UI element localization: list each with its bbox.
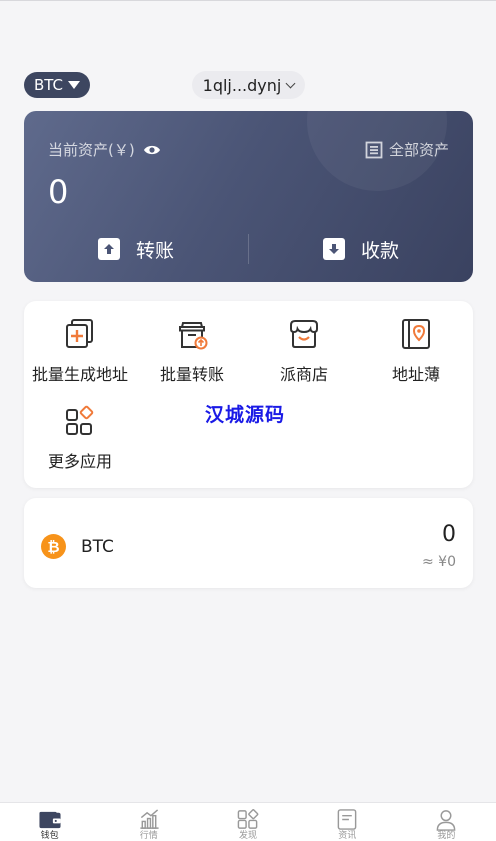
receive-button[interactable]: 收款 [249, 236, 473, 263]
tab-label: 发现 [239, 831, 258, 841]
address-label: 1qlj...dynj [202, 75, 282, 95]
tab-discover[interactable]: 发现 [198, 803, 297, 841]
tab-label: 我的 [437, 831, 456, 841]
download-arrow-icon [322, 238, 345, 260]
store-button[interactable]: 派商店 [248, 317, 360, 385]
transfer-label: 转账 [135, 239, 174, 262]
card-actions: 转账 收款 [24, 231, 473, 267]
chevron-down-icon [285, 78, 296, 88]
tab-wallet[interactable]: 钱包 [0, 803, 99, 841]
coin-amount: 0 [442, 522, 456, 547]
list-document-icon [365, 141, 383, 158]
profile-icon [437, 810, 456, 831]
store-icon [290, 320, 318, 348]
caret-down-icon [68, 81, 81, 89]
asset-value: 0 [48, 173, 69, 211]
quick-action-label: 更多应用 [47, 452, 112, 471]
transfer-button[interactable]: 转账 [24, 236, 248, 263]
tab-label: 钱包 [40, 831, 59, 841]
address-book-button[interactable]: 地址薄 [360, 317, 472, 385]
receive-label: 收款 [360, 239, 399, 262]
market-chart-icon [140, 809, 159, 829]
current-assets-label: 当前资产(￥) [48, 139, 161, 160]
batch-generate-address-button[interactable]: 批量生成地址 [24, 317, 136, 385]
more-apps-button[interactable]: 更多应用 [24, 404, 136, 472]
news-icon [337, 809, 357, 830]
tab-news[interactable]: 资讯 [298, 803, 397, 841]
coin-selector[interactable]: BTC [24, 72, 90, 98]
quick-action-label: 地址薄 [391, 365, 440, 384]
batch-transfer-button[interactable]: 批量转账 [136, 317, 248, 385]
wallet-icon [39, 811, 61, 829]
coin-name: BTC [81, 537, 114, 557]
tab-profile[interactable]: 我的 [397, 803, 496, 841]
more-apps-icon [66, 405, 94, 435]
batch-transfer-icon [179, 322, 208, 350]
quick-action-label: 批量转账 [159, 365, 224, 384]
address-selector[interactable]: 1qlj...dynj [192, 71, 305, 99]
quick-action-label: 批量生成地址 [31, 365, 128, 384]
all-assets-text: 全部资产 [388, 141, 449, 159]
all-assets-link[interactable]: 全部资产 [365, 139, 449, 160]
coin-list-item-btc[interactable]: ₿ BTC 0 ≈ ¥0 [24, 498, 473, 588]
wallet-page: BTC 1qlj...dynj 当前资产(￥) 全部资产 0 转账 收款 批量生… [0, 0, 496, 841]
quick-actions-panel: 批量生成地址 批量转账 派商店 地址薄 更多应用 汉城源码 [24, 301, 473, 488]
tab-market[interactable]: 行情 [99, 803, 198, 841]
watermark-text: 汉城源码 [205, 404, 286, 426]
top-border [0, 0, 496, 1]
upload-arrow-icon [97, 238, 120, 260]
asset-card: 当前资产(￥) 全部资产 0 转账 收款 [24, 111, 473, 282]
discover-icon [237, 809, 259, 829]
bottom-tab-bar: 钱包 行情 发现 资讯 我的 [0, 802, 496, 841]
tab-label: 资讯 [338, 831, 357, 841]
coin-fiat-value: ≈ ¥0 [422, 554, 456, 570]
coin-selector-label: BTC [33, 76, 64, 94]
tab-label: 行情 [139, 831, 158, 841]
current-assets-text: 当前资产(￥) [48, 141, 135, 159]
address-book-icon [402, 319, 430, 349]
batch-generate-address-icon [66, 319, 93, 348]
eye-icon[interactable] [143, 144, 161, 156]
quick-action-label: 派商店 [279, 365, 328, 384]
bitcoin-icon: ₿ [41, 534, 66, 559]
